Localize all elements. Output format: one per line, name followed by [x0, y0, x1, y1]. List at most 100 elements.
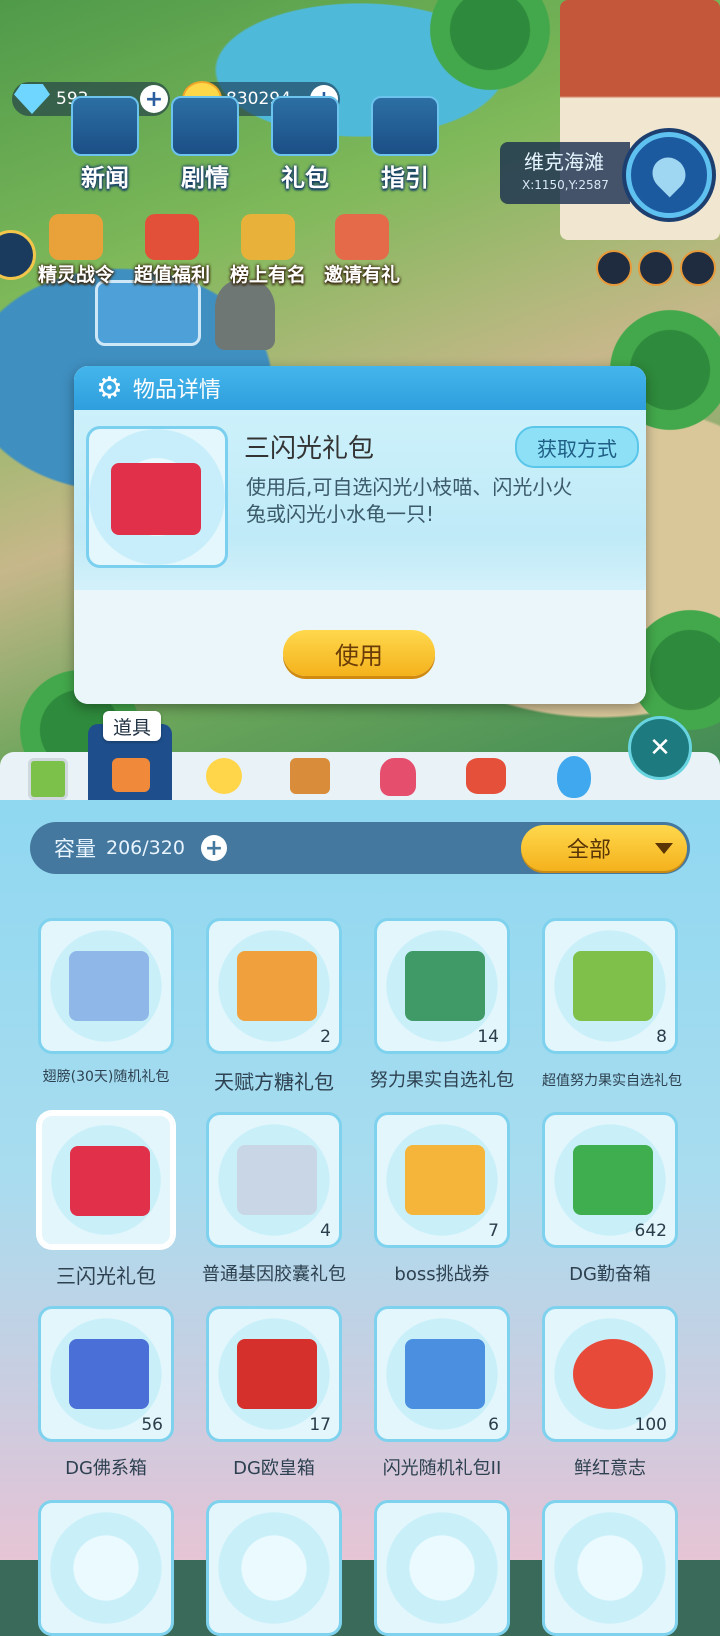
inventory-slot[interactable]: 14 — [374, 918, 510, 1054]
menu-news[interactable]: 新闻 — [60, 96, 150, 193]
diamond-icon — [14, 84, 50, 114]
item-label: 三闪光礼包 — [56, 1264, 156, 1288]
item-count: 17 — [309, 1415, 331, 1435]
gift-box-icon — [111, 463, 201, 535]
menu-gift-pack-label: 礼包 — [281, 164, 329, 192]
tab-dress[interactable] — [370, 754, 426, 798]
gift-pack-icon — [271, 96, 339, 156]
inventory-slot[interactable]: 17 — [206, 1306, 342, 1442]
green-gift-icon — [405, 951, 485, 1021]
gear-icon: ⚙ — [96, 370, 123, 406]
filter-value: 全部 — [567, 838, 612, 863]
red-gift-icon — [70, 1146, 150, 1216]
inventory-slot[interactable]: 6 — [374, 1306, 510, 1442]
inventory-slot[interactable] — [38, 918, 174, 1054]
item-label: 努力果实自选礼包 — [370, 1070, 514, 1091]
fruit-crate-icon — [573, 951, 653, 1021]
promo-battle-pass-label: 精灵战令 — [37, 264, 114, 286]
use-button[interactable]: 使用 — [283, 630, 435, 676]
expand-capacity-button[interactable]: + — [200, 835, 227, 861]
inventory-slot[interactable] — [542, 1500, 678, 1636]
item-name: 三闪光礼包 — [244, 434, 375, 464]
filter-dropdown[interactable]: 全部 — [521, 825, 687, 871]
item-count: 56 — [141, 1415, 163, 1435]
item-label: DG欧皇箱 — [233, 1458, 315, 1479]
promo-invite[interactable]: 邀请有礼 — [314, 214, 410, 287]
blue-gift-icon — [405, 1339, 485, 1409]
red-chest-icon — [237, 1339, 317, 1409]
item-count: 2 — [320, 1027, 331, 1047]
candy-icon — [206, 758, 242, 794]
item-label: 超值努力果实自选礼包 — [542, 1073, 682, 1089]
inventory-slot[interactable] — [38, 1500, 174, 1636]
promo-ranking[interactable]: 榜上有名 — [220, 214, 316, 287]
guide-icon — [371, 96, 439, 156]
get-method-button[interactable]: 获取方式 — [515, 426, 639, 468]
inventory-slot[interactable] — [374, 1500, 510, 1636]
props-icon — [112, 758, 150, 792]
tab-candy[interactable] — [196, 754, 252, 798]
promo-gift-label: 超值福利 — [133, 264, 210, 286]
popup-header: ⚙ 物品详情 — [74, 366, 646, 410]
menu-list-icon[interactable] — [680, 250, 716, 286]
menu-gift-pack[interactable]: 礼包 — [260, 96, 350, 193]
location-panel: 维克海滩 X:1150,Y:2587 — [500, 142, 630, 204]
promo-battle-pass[interactable]: 精灵战令 — [28, 214, 124, 287]
rocking-horse-icon — [466, 758, 506, 794]
menu-guide[interactable]: 指引 — [360, 96, 450, 193]
dress-icon — [380, 758, 416, 796]
inventory-slot[interactable]: 56 — [38, 1306, 174, 1442]
sugar-chest-icon — [237, 951, 317, 1021]
menu-story-label: 剧情 — [181, 164, 229, 192]
menu-news-label: 新闻 — [81, 164, 129, 192]
item-label: 普通基因胶囊礼包 — [202, 1264, 346, 1285]
red-orb-icon — [573, 1339, 653, 1409]
capacity-label: 容量 — [54, 837, 96, 861]
tab-crown[interactable] — [282, 754, 338, 798]
inventory-slot[interactable]: 642 — [542, 1112, 678, 1248]
ticket-icon — [405, 1145, 485, 1215]
tab-battery[interactable] — [20, 754, 76, 800]
item-count: 7 — [488, 1221, 499, 1241]
palm-tree — [420, 0, 560, 100]
popup-title: 物品详情 — [132, 378, 221, 403]
no-sound-icon[interactable] — [596, 250, 632, 286]
battle-pass-icon — [49, 214, 103, 260]
item-detail-popup: ⚙ 物品详情 三闪光礼包 使用后,可自选闪光小枝喵、闪光小火兔或闪光小水龟一只!… — [74, 366, 646, 704]
item-label: DG佛系箱 — [65, 1458, 147, 1479]
wing-chest-icon — [69, 951, 149, 1021]
item-label: 闪光随机礼包II — [382, 1458, 502, 1479]
menu-guide-label: 指引 — [381, 164, 429, 192]
item-description: 使用后,可自选闪光小枝喵、闪光小火兔或闪光小水龟一只! — [246, 475, 573, 526]
menu-story[interactable]: 剧情 — [160, 96, 250, 193]
map-button[interactable] — [626, 132, 712, 218]
tab-rocking-horse[interactable] — [458, 754, 514, 798]
inventory-slot[interactable]: 8 — [542, 918, 678, 1054]
battery-icon — [28, 758, 68, 800]
ad-board — [95, 280, 201, 346]
inventory-slot-selected[interactable] — [38, 1112, 174, 1248]
invite-icon — [335, 214, 389, 260]
close-icon: ✕ — [649, 733, 671, 763]
inventory-slot[interactable]: 4 — [206, 1112, 342, 1248]
gift-icon — [145, 214, 199, 260]
inventory-slot[interactable] — [206, 1500, 342, 1636]
close-button[interactable]: ✕ — [628, 716, 692, 780]
inventory-slot[interactable]: 2 — [206, 918, 342, 1054]
popup-body: 三闪光礼包 使用后,可自选闪光小枝喵、闪光小火兔或闪光小水龟一只! 获取方式 — [74, 410, 646, 590]
inventory-slot[interactable]: 7 — [374, 1112, 510, 1248]
tab-egg[interactable] — [546, 754, 602, 798]
promo-invite-label: 邀请有礼 — [323, 264, 400, 286]
popup-footer: 使用 — [74, 590, 646, 704]
promo-gift[interactable]: 超值福利 — [124, 214, 220, 287]
crown-icon — [290, 758, 330, 794]
item-preview-slot — [86, 426, 228, 568]
promo-ranking-label: 榜上有名 — [229, 264, 306, 286]
no-music-icon[interactable] — [638, 250, 674, 286]
news-icon — [71, 96, 139, 156]
item-count: 6 — [488, 1415, 499, 1435]
inventory-slot[interactable]: 100 — [542, 1306, 678, 1442]
map-pin-icon — [645, 150, 693, 198]
story-icon — [171, 96, 239, 156]
trophy-icon — [241, 214, 295, 260]
